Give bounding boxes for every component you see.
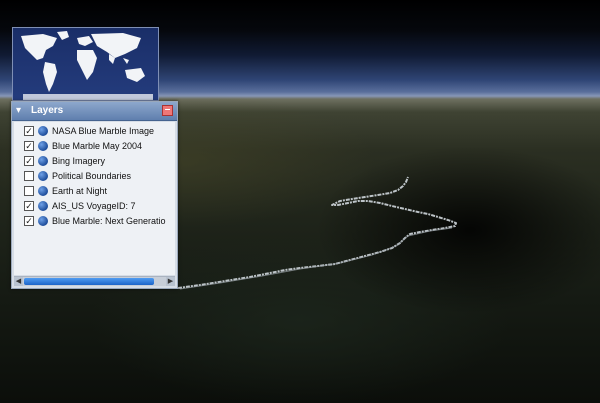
globe-icon	[38, 186, 48, 196]
layer-label: Blue Marble: Next Generatio	[52, 216, 166, 226]
layer-label: Bing Imagery	[52, 156, 106, 166]
layer-label: AIS_US VoyageID: 7	[52, 201, 136, 211]
layer-checkbox[interactable]: ✓	[24, 201, 34, 211]
layer-label: Earth at Night	[52, 186, 108, 196]
arrow-left-icon[interactable]: ◀	[14, 277, 23, 286]
layer-checkbox[interactable]: ✓	[24, 156, 34, 166]
layer-checkbox[interactable]: ✓	[24, 216, 34, 226]
globe-icon	[38, 201, 48, 211]
track-line	[177, 176, 457, 289]
layer-label: Blue Marble May 2004	[52, 141, 143, 151]
layers-icon: ▾	[16, 105, 22, 116]
overview-map[interactable]	[12, 27, 159, 101]
close-icon: –	[164, 104, 171, 115]
layer-checkbox[interactable]	[24, 171, 34, 181]
horizontal-scrollbar[interactable]: ◀ ▶	[14, 276, 175, 286]
world-map-thumbnail	[21, 31, 153, 100]
layer-label: Political Boundaries	[52, 171, 132, 181]
layer-item-political-boundaries[interactable]: Political Boundaries	[14, 169, 175, 184]
layer-item-blue-marble-next-gen[interactable]: ✓ Blue Marble: Next Generatio	[14, 214, 175, 229]
layers-list: ✓ NASA Blue Marble Image ✓ Blue Marble M…	[14, 122, 175, 275]
globe-icon	[38, 171, 48, 181]
layers-panel[interactable]: ▾ Layers – ✓ NASA Blue Marble Image ✓ Bl…	[11, 101, 178, 289]
layer-item-blue-marble-may-2004[interactable]: ✓ Blue Marble May 2004	[14, 139, 175, 154]
layer-checkbox[interactable]: ✓	[24, 126, 34, 136]
layer-checkbox[interactable]	[24, 186, 34, 196]
layers-title-bar[interactable]: ▾ Layers –	[12, 102, 177, 121]
layer-checkbox[interactable]: ✓	[24, 141, 34, 151]
arrow-right-icon[interactable]: ▶	[166, 277, 175, 286]
globe-icon	[38, 156, 48, 166]
layer-item-bing-imagery[interactable]: ✓ Bing Imagery	[14, 154, 175, 169]
layer-item-nasa-blue-marble[interactable]: ✓ NASA Blue Marble Image	[14, 124, 175, 139]
layer-item-ais-us-voyage[interactable]: ✓ AIS_US VoyageID: 7	[14, 199, 175, 214]
layers-title: Layers	[31, 105, 64, 116]
layer-label: NASA Blue Marble Image	[52, 126, 155, 136]
globe-icon	[38, 126, 48, 136]
globe-icon	[38, 216, 48, 226]
globe-icon	[38, 141, 48, 151]
layer-item-earth-at-night[interactable]: Earth at Night	[14, 184, 175, 199]
scroll-thumb[interactable]	[24, 278, 154, 285]
close-button[interactable]: –	[162, 105, 173, 116]
track-line-shadow	[179, 227, 453, 290]
